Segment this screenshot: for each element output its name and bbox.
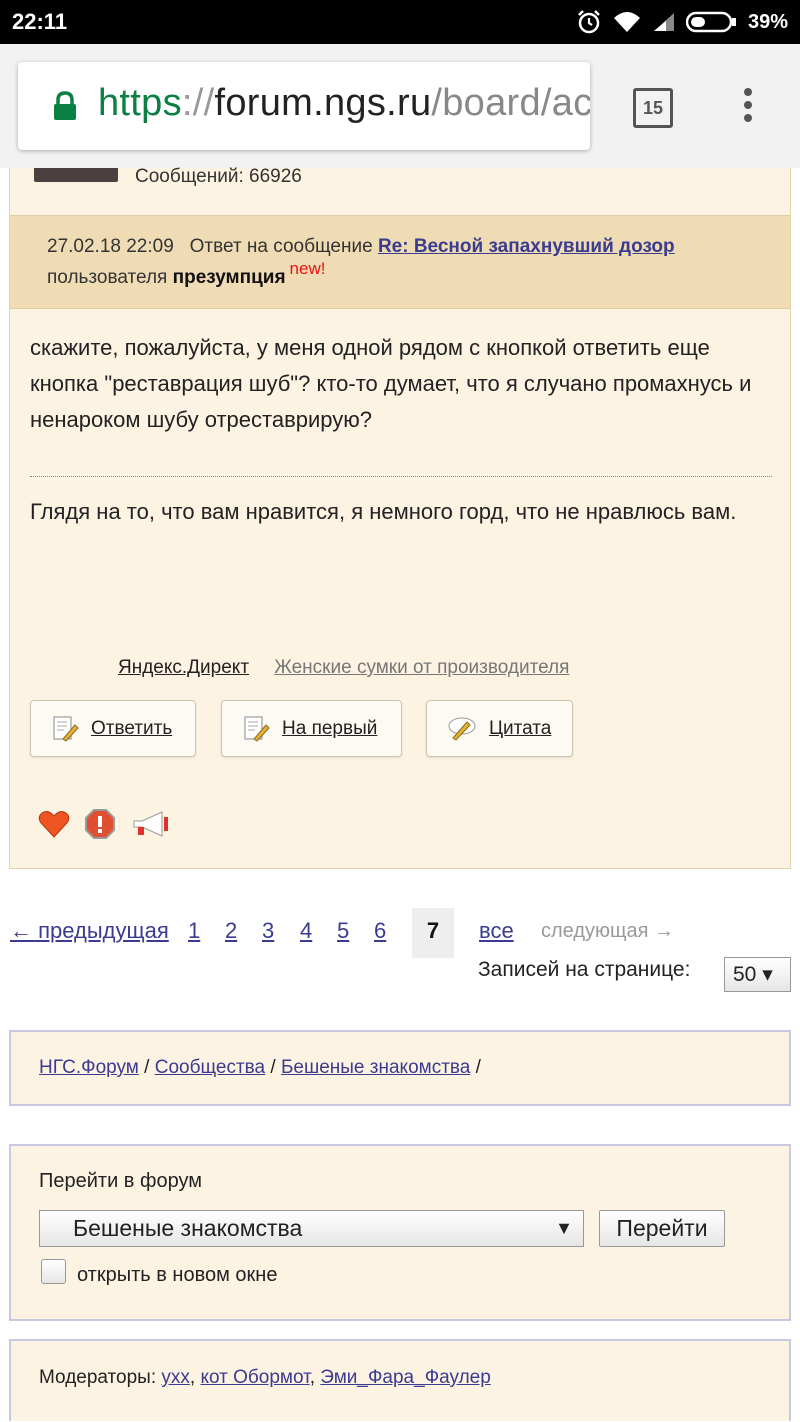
wifi-icon xyxy=(613,12,640,32)
heart-icon[interactable] xyxy=(38,809,70,839)
post-signature: Глядя на то, что вам нравится, я немного… xyxy=(30,499,737,524)
post-actions-icons xyxy=(38,808,170,840)
post-header: 27.02.18 22:09 Ответ на сообщение Re: Ве… xyxy=(10,215,790,309)
breadcrumb-ngs-forum[interactable]: НГС.Форум xyxy=(39,1057,139,1078)
reply-button-label: Ответить xyxy=(91,717,173,739)
edit-document-icon xyxy=(244,716,270,742)
page-link-1[interactable]: 1 xyxy=(188,918,200,944)
prev-page-link[interactable]: ← предыдущая xyxy=(10,918,169,944)
alarm-icon xyxy=(578,10,600,34)
breadcrumb-trail: НГС.Форум / Сообщества / Бешеные знакомс… xyxy=(39,1057,481,1078)
quote-pen-icon xyxy=(448,717,476,741)
battery-icon xyxy=(685,11,736,33)
report-icon[interactable] xyxy=(84,808,116,840)
browser-toolbar: https://forum.ngs.ru/board/ac 15 xyxy=(0,44,800,168)
forum-select[interactable]: Бешеные знакомства ▼ xyxy=(39,1210,584,1247)
megaphone-icon[interactable] xyxy=(130,809,170,839)
status-bar: 22:11 39% xyxy=(0,0,800,44)
to-first-button[interactable]: На первый xyxy=(221,700,402,757)
ad-source-link[interactable]: Яндекс.Директ xyxy=(118,657,249,678)
reply-prefix: Ответ на сообщение xyxy=(189,236,373,257)
tab-switcher-button[interactable]: 15 xyxy=(633,88,673,128)
moderator-link[interactable]: ухх xyxy=(161,1367,190,1388)
author-message-count: Сообщений: 66926 xyxy=(135,166,302,187)
current-page: 7 xyxy=(412,908,454,958)
ad-link[interactable]: Женские сумки от производителя xyxy=(274,657,569,678)
post-body: скажите, пожалуйста, у меня одной рядом … xyxy=(30,335,752,432)
moderators-box: Модераторы: ухх, кот Обормот, Эми_Фара_Ф… xyxy=(9,1339,791,1421)
next-page-disabled: следующая → xyxy=(541,920,674,942)
breadcrumb-crazy-dating[interactable]: Бешеные знакомства xyxy=(281,1057,470,1078)
to-first-button-label: На первый xyxy=(282,717,378,739)
reply-to-link[interactable]: Re: Весной запахнувший дозор xyxy=(378,236,675,257)
lock-icon xyxy=(54,91,76,120)
ad-line: Яндекс.Директ Женские сумки от производи… xyxy=(118,657,569,679)
post-date: 27.02.18 22:09 xyxy=(47,236,174,257)
quote-button[interactable]: Цитата xyxy=(426,700,573,757)
post-user-line: пользователя презумпция new! xyxy=(47,259,325,289)
moderators-line: Модераторы: ухх, кот Обормот, Эми_Фара_Ф… xyxy=(39,1367,491,1388)
page-link-6[interactable]: 6 xyxy=(374,918,386,944)
avatar xyxy=(34,168,118,182)
new-window-checkbox[interactable] xyxy=(41,1259,66,1284)
forum-jump: Перейти в форум Бешеные знакомства ▼ Пер… xyxy=(9,1144,791,1321)
moderator-link[interactable]: Эми_Фара_Фаулер xyxy=(320,1367,491,1388)
dropdown-arrow-icon: ▼ xyxy=(555,1218,573,1238)
moderator-link[interactable]: кот Обормот xyxy=(200,1367,309,1388)
per-page-label: Записей на странице: xyxy=(478,958,691,981)
url-text: https://forum.ngs.ru/board/ac xyxy=(98,82,590,124)
go-button[interactable]: Перейти xyxy=(599,1210,725,1247)
pagination: ← предыдущая 1 2 3 4 5 6 7 все следующая… xyxy=(10,908,790,960)
all-pages-link[interactable]: все xyxy=(479,918,514,944)
reply-button[interactable]: Ответить xyxy=(30,700,196,757)
battery-percent: 39% xyxy=(747,10,788,33)
status-time: 22:11 xyxy=(12,9,68,34)
signal-icon xyxy=(653,13,674,31)
page-link-5[interactable]: 5 xyxy=(337,918,349,944)
edit-document-icon xyxy=(53,716,79,742)
signature-divider xyxy=(30,476,772,477)
user-prefix: пользователя xyxy=(47,267,168,288)
page-link-4[interactable]: 4 xyxy=(300,918,312,944)
address-bar[interactable]: https://forum.ngs.ru/board/ac xyxy=(18,62,590,150)
breadcrumb: НГС.Форум / Сообщества / Бешеные знакомс… xyxy=(9,1030,791,1106)
new-window-checkbox-label: открыть в новом окне xyxy=(77,1264,278,1286)
page-link-2[interactable]: 2 xyxy=(225,918,237,944)
post-meta: 27.02.18 22:09 Ответ на сообщение Re: Ве… xyxy=(47,236,675,258)
new-badge: new! xyxy=(289,259,326,278)
quote-button-label: Цитата xyxy=(489,717,552,739)
moderators-label: Модераторы: xyxy=(39,1367,162,1388)
forum-jump-label: Перейти в форум xyxy=(39,1170,202,1192)
forum-post: Сообщений: 66926 27.02.18 22:09 Ответ на… xyxy=(9,166,791,869)
breadcrumb-communities[interactable]: Сообщества xyxy=(155,1057,265,1078)
per-page-select[interactable]: 50 ▾ xyxy=(724,957,791,992)
username[interactable]: презумпция xyxy=(173,267,286,288)
status-icons: 39% xyxy=(576,7,788,37)
forum-page: Сообщений: 66926 27.02.18 22:09 Ответ на… xyxy=(0,166,800,1422)
page-link-3[interactable]: 3 xyxy=(262,918,274,944)
browser-menu-button[interactable] xyxy=(742,88,754,128)
forum-select-value: Бешеные знакомства xyxy=(73,1215,303,1241)
